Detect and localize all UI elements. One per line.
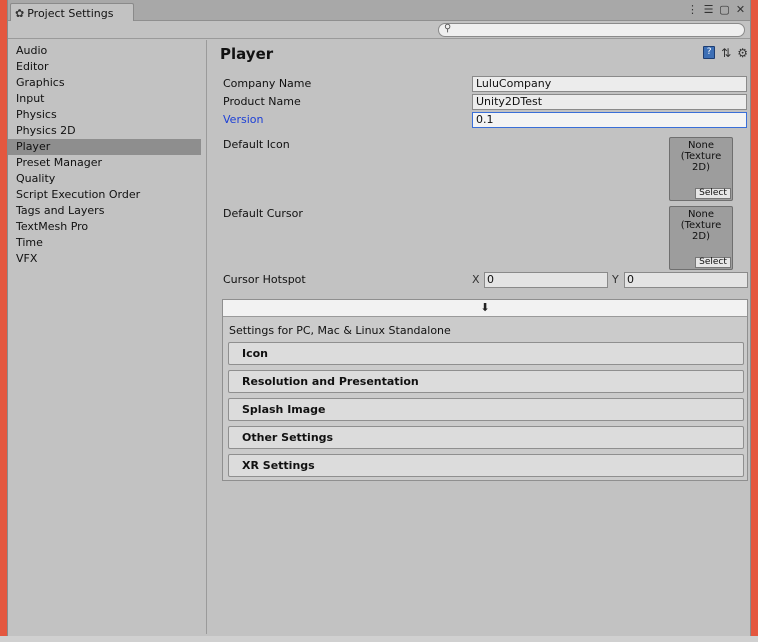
default-cursor-texture-slot[interactable]: None (Texture 2D) Select	[669, 206, 733, 270]
company-name-field[interactable]: LuluCompany	[472, 76, 747, 92]
version-field[interactable]: 0.1	[472, 112, 747, 128]
sidebar-item-physics[interactable]: Physics	[8, 107, 206, 123]
gear-icon: ✿	[15, 6, 25, 20]
sidebar-item-tags-and-layers[interactable]: Tags and Layers	[8, 203, 206, 219]
texture-none-text: None (Texture 2D)	[680, 140, 722, 173]
sidebar-item-time[interactable]: Time	[8, 235, 206, 251]
product-name-field[interactable]: Unity2DTest	[472, 94, 747, 110]
title-bar: ✿ Project Settings ⋮ ☰ ▢ ✕	[8, 0, 750, 22]
hotspot-x-field[interactable]: 0	[484, 272, 608, 288]
sidebar-item-quality[interactable]: Quality	[8, 171, 206, 187]
sidebar-item-textmesh-pro[interactable]: TextMesh Pro	[8, 219, 206, 235]
settings-gear-icon[interactable]: ⚙	[737, 46, 748, 60]
tab-project-settings[interactable]: ✿ Project Settings	[10, 3, 134, 22]
hotspot-y-field[interactable]: 0	[624, 272, 748, 288]
default-icon-texture-slot[interactable]: None (Texture 2D) Select	[669, 137, 733, 201]
section-other-settings[interactable]: Other Settings	[228, 426, 744, 449]
sidebar-item-physics-2d[interactable]: Physics 2D	[8, 123, 206, 139]
page-title: Player	[220, 45, 274, 63]
company-name-row: Company Name LuluCompany	[223, 76, 748, 92]
maximize-icon[interactable]: ▢	[719, 3, 730, 16]
section-splash-image[interactable]: Splash Image	[228, 398, 744, 421]
hotspot-x-label: X	[472, 273, 480, 286]
more-options-icon[interactable]: ⋮	[687, 3, 698, 16]
sidebar-item-audio[interactable]: Audio	[8, 43, 206, 59]
bottom-edge	[0, 636, 758, 642]
default-icon-label: Default Icon	[223, 138, 290, 151]
sidebar-item-player[interactable]: Player	[8, 139, 201, 155]
default-cursor-select-button[interactable]: Select	[695, 257, 731, 268]
cursor-hotspot-label: Cursor Hotspot	[223, 273, 306, 286]
platform-settings-box: ⬇ Settings for PC, Mac & Linux Standalon…	[222, 299, 748, 481]
default-cursor-label: Default Cursor	[223, 207, 303, 220]
help-book-icon[interactable]: ?	[703, 46, 716, 59]
platform-tab-standalone[interactable]: ⬇	[223, 300, 747, 317]
section-resolution-and-presentation[interactable]: Resolution and Presentation	[228, 370, 744, 393]
hotspot-y-label: Y	[612, 273, 619, 286]
search-input[interactable]	[457, 24, 727, 36]
toolbar: ⚲	[8, 21, 750, 39]
texture-none-text: None (Texture 2D)	[680, 209, 722, 242]
preset-sliders-icon[interactable]: ⇅	[721, 46, 731, 60]
platform-title: Settings for PC, Mac & Linux Standalone	[229, 324, 451, 337]
header-icons: ? ⇅ ⚙	[703, 46, 748, 60]
player-settings-panel: Player ? ⇅ ⚙ Company Name LuluCompany Pr…	[208, 40, 750, 634]
sidebar-item-preset-manager[interactable]: Preset Manager	[8, 155, 206, 171]
search-box[interactable]: ⚲	[438, 23, 745, 37]
sidebar-item-input[interactable]: Input	[8, 91, 206, 107]
default-icon-select-button[interactable]: Select	[695, 188, 731, 199]
project-settings-window: ✿ Project Settings ⋮ ☰ ▢ ✕ ⚲ Audio Edito…	[7, 0, 751, 636]
sidebar-item-vfx[interactable]: VFX	[8, 251, 206, 267]
search-icon: ⚲	[444, 23, 452, 34]
version-label: Version	[223, 113, 264, 126]
version-row: Version 0.1	[223, 112, 748, 128]
product-name-row: Product Name Unity2DTest	[223, 94, 748, 110]
company-name-label: Company Name	[223, 77, 312, 90]
cursor-hotspot-row: Cursor Hotspot X 0 Y 0	[223, 272, 748, 288]
menu-icon[interactable]: ☰	[703, 3, 714, 16]
sidebar-item-graphics[interactable]: Graphics	[8, 75, 206, 91]
product-name-label: Product Name	[223, 95, 301, 108]
section-xr-settings[interactable]: XR Settings	[228, 454, 744, 477]
section-icon[interactable]: Icon	[228, 342, 744, 365]
sidebar-item-script-execution-order[interactable]: Script Execution Order	[8, 187, 206, 203]
download-icon: ⬇	[480, 301, 490, 314]
sidebar-item-editor[interactable]: Editor	[8, 59, 206, 75]
settings-sidebar: Audio Editor Graphics Input Physics Phys…	[8, 40, 207, 634]
tab-label: Project Settings	[27, 6, 114, 20]
close-icon[interactable]: ✕	[735, 3, 746, 16]
window-controls: ⋮ ☰ ▢ ✕	[687, 3, 746, 16]
